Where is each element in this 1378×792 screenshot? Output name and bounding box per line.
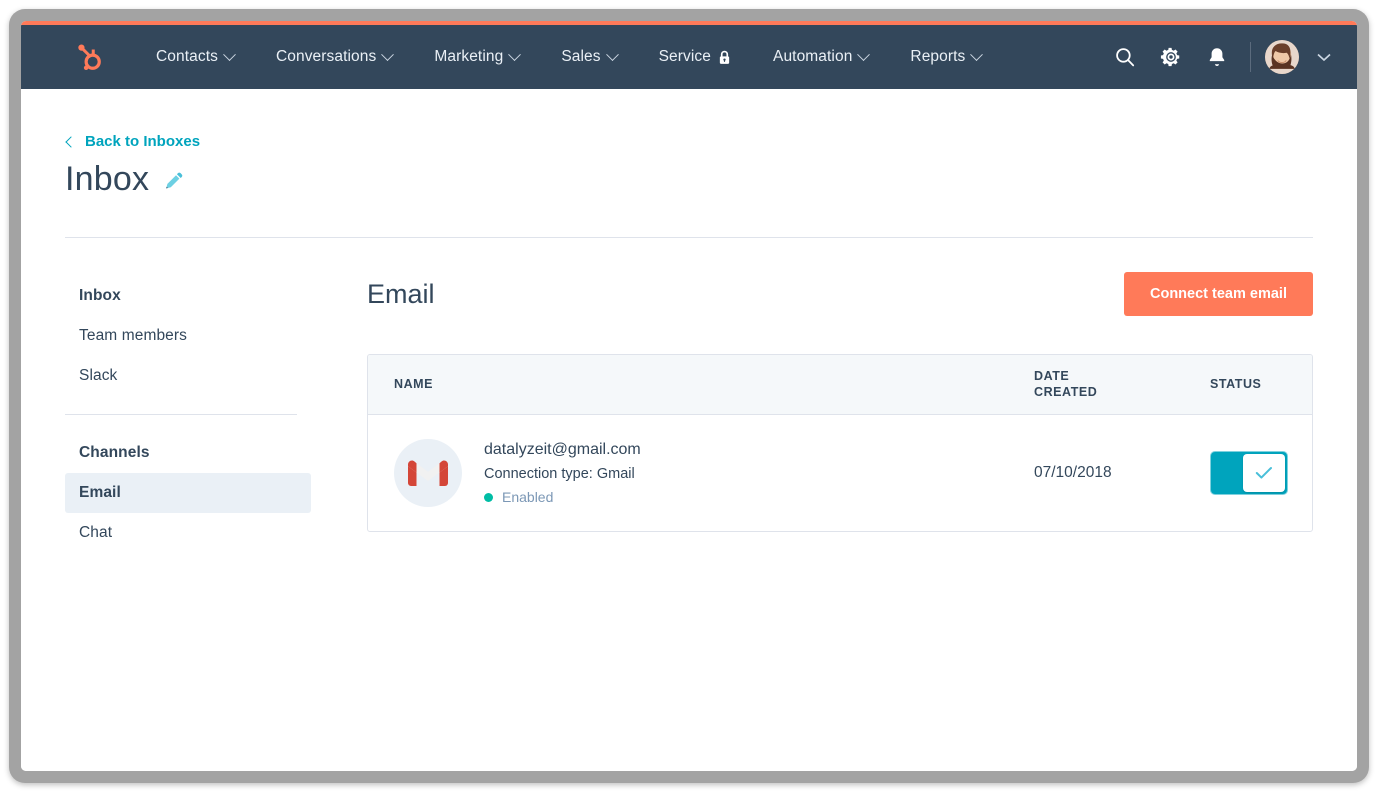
chevron-down-icon bbox=[223, 48, 236, 61]
content-area: Inbox Team members Slack Channels Email … bbox=[21, 272, 1357, 553]
device-frame: Contacts Conversations Marketing Sales S… bbox=[9, 9, 1369, 783]
sidebar-item-slack[interactable]: Slack bbox=[65, 356, 311, 396]
sidebar-item-inbox[interactable]: Inbox bbox=[65, 276, 311, 316]
nav-item-label: Automation bbox=[773, 48, 852, 66]
nav-utility-area bbox=[1102, 34, 1335, 80]
gmail-logo-icon bbox=[394, 439, 462, 507]
nav-item-contacts[interactable]: Contacts bbox=[135, 40, 255, 74]
page-title: Inbox bbox=[65, 160, 149, 199]
header-divider bbox=[65, 237, 1313, 238]
user-avatar[interactable] bbox=[1265, 40, 1299, 74]
email-channels-table: NAME DATE CREATED STATUS bbox=[367, 354, 1313, 532]
table-row: datalyzeit@gmail.com Connection type: Gm… bbox=[368, 415, 1312, 531]
sidebar-item-team-members[interactable]: Team members bbox=[65, 316, 311, 356]
nav-divider bbox=[1250, 42, 1251, 72]
nav-item-label: Marketing bbox=[434, 48, 503, 66]
notifications-button[interactable] bbox=[1194, 34, 1240, 80]
cell-status bbox=[1204, 451, 1312, 495]
sidebar-divider bbox=[65, 414, 297, 415]
channel-state-label: Enabled bbox=[502, 489, 553, 505]
chevron-down-icon bbox=[858, 48, 871, 61]
nav-item-reports[interactable]: Reports bbox=[889, 40, 1002, 74]
avatar-photo bbox=[1265, 40, 1299, 74]
page-header: Back to Inboxes Inbox bbox=[21, 133, 1357, 199]
status-dot-icon bbox=[484, 493, 493, 502]
sidebar-group-channels: Channels bbox=[65, 433, 311, 473]
top-navigation-bar: Contacts Conversations Marketing Sales S… bbox=[21, 25, 1357, 89]
back-to-inboxes-link[interactable]: Back to Inboxes bbox=[65, 133, 1313, 150]
chevron-down-icon bbox=[971, 48, 984, 61]
chevron-down-icon bbox=[606, 48, 619, 61]
pencil-edit-icon[interactable] bbox=[163, 169, 185, 191]
primary-nav-items: Contacts Conversations Marketing Sales S… bbox=[135, 40, 1002, 74]
toggle-knob bbox=[1243, 454, 1285, 492]
chevron-down-icon bbox=[508, 48, 521, 61]
cell-date-created: 07/10/2018 bbox=[1028, 464, 1204, 482]
channel-connection-type: Connection type: Gmail bbox=[484, 466, 641, 482]
nav-item-marketing[interactable]: Marketing bbox=[413, 40, 540, 74]
nav-item-label: Conversations bbox=[276, 48, 376, 66]
app-screen: Contacts Conversations Marketing Sales S… bbox=[21, 21, 1357, 771]
column-header-date-line1: DATE bbox=[1034, 369, 1198, 385]
nav-item-sales[interactable]: Sales bbox=[540, 40, 637, 74]
channel-status-toggle[interactable] bbox=[1210, 451, 1288, 495]
nav-item-label: Reports bbox=[910, 48, 965, 66]
column-header-name: NAME bbox=[368, 377, 1028, 393]
sidebar-item-email[interactable]: Email bbox=[65, 473, 311, 513]
table-header-row: NAME DATE CREATED STATUS bbox=[368, 355, 1312, 415]
chevron-down-icon bbox=[381, 48, 394, 61]
gear-icon bbox=[1160, 46, 1182, 68]
sidebar-item-chat[interactable]: Chat bbox=[65, 513, 311, 553]
channel-state: Enabled bbox=[484, 489, 641, 505]
nav-item-automation[interactable]: Automation bbox=[752, 40, 889, 74]
nav-item-label: Service bbox=[659, 48, 711, 66]
nav-item-label: Contacts bbox=[156, 48, 218, 66]
search-button[interactable] bbox=[1102, 34, 1148, 80]
page-title-row: Inbox bbox=[65, 160, 1313, 199]
column-header-date-line2: CREATED bbox=[1034, 385, 1198, 401]
connect-team-email-button[interactable]: Connect team email bbox=[1124, 272, 1313, 316]
channel-email-address: datalyzeit@gmail.com bbox=[484, 441, 641, 459]
column-header-date-created: DATE CREATED bbox=[1028, 369, 1204, 400]
column-header-status: STATUS bbox=[1204, 377, 1312, 393]
notifications-bell-icon bbox=[1207, 46, 1227, 68]
hubspot-sprocket-logo[interactable] bbox=[73, 42, 103, 72]
main-panel: Email Connect team email NAME DATE CREAT… bbox=[367, 272, 1313, 553]
nav-item-label: Sales bbox=[561, 48, 600, 66]
section-title: Email bbox=[367, 279, 435, 310]
date-created-value: 07/10/2018 bbox=[1034, 464, 1112, 481]
chevron-down-icon bbox=[1317, 53, 1331, 62]
search-icon bbox=[1114, 46, 1136, 68]
nav-item-conversations[interactable]: Conversations bbox=[255, 40, 413, 74]
section-header: Email Connect team email bbox=[367, 272, 1313, 316]
user-menu-button[interactable] bbox=[1317, 53, 1331, 62]
lock-icon bbox=[718, 50, 731, 65]
chevron-left-icon bbox=[65, 136, 76, 147]
settings-sidebar: Inbox Team members Slack Channels Email … bbox=[65, 272, 311, 553]
check-icon bbox=[1255, 466, 1273, 480]
page-body: Back to Inboxes Inbox Inbox Team members bbox=[21, 89, 1357, 771]
settings-button[interactable] bbox=[1148, 34, 1194, 80]
back-link-label: Back to Inboxes bbox=[85, 133, 200, 150]
cell-name: datalyzeit@gmail.com Connection type: Gm… bbox=[368, 439, 1028, 507]
nav-item-service[interactable]: Service bbox=[638, 40, 752, 74]
